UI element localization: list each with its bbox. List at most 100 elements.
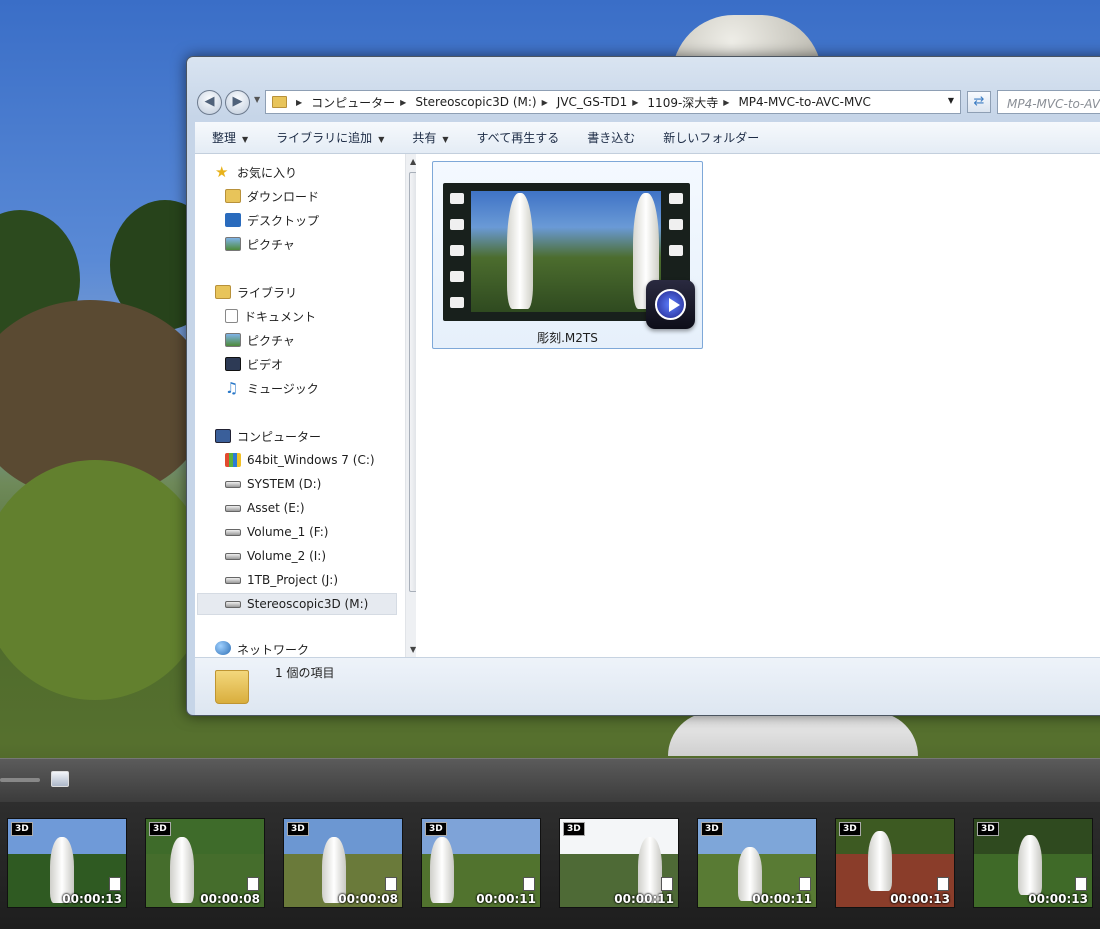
- nav-computer-label: コンピューター: [237, 429, 322, 444]
- nav-drive-c[interactable]: 64bit_Windows 7 (C:): [225, 449, 375, 471]
- network-globe-icon: [215, 641, 231, 655]
- clip-thumbnail[interactable]: 3D 00:00:13: [7, 818, 127, 908]
- nav-drive-f[interactable]: Volume_1 (F:): [225, 521, 328, 543]
- chevron-down-icon: ▼: [378, 135, 385, 144]
- film-icon: [937, 877, 949, 891]
- nav-music[interactable]: ♫ ミュージック: [225, 377, 319, 399]
- refresh-button[interactable]: ⇄: [967, 91, 991, 113]
- add-to-library-menu[interactable]: ライブラリに追加 ▼: [276, 129, 384, 146]
- back-button[interactable]: ◀: [197, 90, 222, 115]
- film-hole: [450, 271, 464, 282]
- nav-drive-e[interactable]: Asset (E:): [225, 497, 305, 519]
- clip-thumbnail[interactable]: 3D 00:00:13: [835, 818, 955, 908]
- statue-figure: [170, 837, 194, 903]
- nav-drive-f-label: Volume_1 (F:): [247, 525, 329, 539]
- address-row: ◀ ▶ ▼ ▶ コンピューター ▶ Stereoscopic3D (M:) ▶ …: [195, 87, 1100, 117]
- breadcrumb-camera-folder[interactable]: JVC_GS-TD1: [557, 95, 627, 109]
- nav-network[interactable]: ネットワーク: [215, 641, 309, 657]
- organize-menu[interactable]: 整理 ▼: [212, 129, 248, 146]
- breadcrumb-separator-icon[interactable]: ▶: [723, 98, 729, 107]
- nav-libraries-label: ライブラリ: [237, 285, 298, 300]
- nav-favorite-pictures[interactable]: ピクチャ: [225, 233, 295, 255]
- hard-drive-icon: [225, 552, 241, 560]
- clip-duration: 00:00:11: [476, 892, 536, 906]
- hard-drive-icon: [225, 504, 241, 512]
- 3d-badge: 3D: [839, 822, 861, 836]
- nav-downloads-label: ダウンロード: [247, 189, 320, 204]
- clip-duration: 00:00:11: [614, 892, 674, 906]
- video-film-icon: [225, 357, 241, 371]
- new-folder-button[interactable]: 新しいフォルダー: [663, 129, 759, 146]
- timeline-track[interactable]: [0, 778, 40, 782]
- address-bar[interactable]: ▶ コンピューター ▶ Stereoscopic3D (M:) ▶ JVC_GS…: [265, 90, 961, 114]
- film-hole: [450, 193, 464, 204]
- hard-drive-icon: [225, 600, 241, 608]
- nav-documents[interactable]: ドキュメント: [225, 305, 316, 327]
- clip-thumbnail[interactable]: 3D 00:00:13: [973, 818, 1093, 908]
- computer-icon: [215, 429, 231, 443]
- nav-drive-j[interactable]: 1TB_Project (J:): [225, 569, 338, 591]
- nav-computer[interactable]: コンピューター: [215, 425, 321, 447]
- nav-documents-label: ドキュメント: [244, 309, 317, 324]
- breadcrumb-separator-icon[interactable]: ▶: [296, 98, 302, 107]
- downloads-icon: [225, 189, 241, 203]
- play-all-button[interactable]: すべて再生する: [477, 129, 560, 146]
- nav-drive-m[interactable]: Stereoscopic3D (M:): [197, 593, 397, 615]
- film-hole: [450, 245, 464, 256]
- pictures-icon: [225, 333, 241, 347]
- nav-videos[interactable]: ビデオ: [225, 353, 283, 375]
- film-hole: [669, 245, 683, 256]
- 3d-badge: 3D: [11, 822, 33, 836]
- 3d-badge: 3D: [287, 822, 309, 836]
- media-player-icon: [646, 280, 695, 329]
- clip-thumbnail[interactable]: 3D 00:00:11: [421, 818, 541, 908]
- nav-music-label: ミュージック: [247, 381, 319, 396]
- clip-duration: 00:00:13: [890, 892, 950, 906]
- back-arrow-icon: ◀: [204, 94, 215, 109]
- share-label: 共有: [412, 131, 437, 145]
- nav-desktop[interactable]: デスクトップ: [225, 209, 319, 231]
- breadcrumb-separator-icon[interactable]: ▶: [632, 98, 638, 107]
- address-history-dropdown-icon[interactable]: ▼: [948, 96, 954, 105]
- nav-favorites[interactable]: ★ お気に入り: [215, 161, 297, 183]
- film-icon: [109, 877, 121, 891]
- breadcrumb-separator-icon[interactable]: ▶: [542, 98, 548, 107]
- play-triangle-icon: [669, 298, 680, 312]
- nav-drive-d[interactable]: SYSTEM (D:): [225, 473, 321, 495]
- clip-duration: 00:00:08: [338, 892, 398, 906]
- clip-thumbnail[interactable]: 3D 00:00:11: [559, 818, 679, 908]
- nav-favorite-pictures-label: ピクチャ: [247, 237, 295, 252]
- forward-button[interactable]: ▶: [225, 90, 250, 115]
- clip-thumbnail[interactable]: 3D 00:00:08: [145, 818, 265, 908]
- nav-drive-e-label: Asset (E:): [247, 501, 305, 515]
- search-input[interactable]: MP4-MVC-to-AVC-MVC の検索: [997, 90, 1100, 114]
- nav-videos-label: ビデオ: [247, 357, 284, 372]
- recent-pages-dropdown-icon[interactable]: ▼: [254, 95, 260, 104]
- clip-thumbnail[interactable]: 3D 00:00:11: [697, 818, 817, 908]
- breadcrumb-current-folder[interactable]: MP4-MVC-to-AVC-MVC: [738, 95, 870, 109]
- nav-drive-i[interactable]: Volume_2 (I:): [225, 545, 326, 567]
- add-to-library-label: ライブラリに追加: [276, 131, 373, 145]
- breadcrumb-drive[interactable]: Stereoscopic3D (M:): [415, 95, 536, 109]
- share-menu[interactable]: 共有 ▼: [412, 129, 448, 146]
- item-count: 1 個の項目: [275, 666, 335, 680]
- nav-library-pictures-label: ピクチャ: [247, 333, 295, 348]
- clip-duration: 00:00:11: [752, 892, 812, 906]
- timeline-slider-handle[interactable]: [51, 771, 69, 787]
- clip-duration: 00:00:13: [62, 892, 122, 906]
- film-hole: [669, 193, 683, 204]
- nav-libraries[interactable]: ライブラリ: [215, 281, 297, 303]
- breadcrumb-date-folder[interactable]: 1109-深大寺: [647, 94, 718, 111]
- document-icon: [225, 309, 238, 323]
- video-file-item[interactable]: 彫刻.M2TS: [432, 161, 703, 349]
- breadcrumb-separator-icon[interactable]: ▶: [400, 98, 406, 107]
- film-hole: [450, 219, 464, 230]
- film-icon: [247, 877, 259, 891]
- nav-downloads[interactable]: ダウンロード: [225, 185, 319, 207]
- breadcrumb-computer[interactable]: コンピューター: [311, 94, 395, 111]
- nav-drive-m-label: Stereoscopic3D (M:): [247, 597, 369, 611]
- statue-figure: [868, 831, 892, 891]
- burn-button[interactable]: 書き込む: [587, 129, 635, 146]
- clip-thumbnail[interactable]: 3D 00:00:08: [283, 818, 403, 908]
- nav-library-pictures[interactable]: ピクチャ: [225, 329, 295, 351]
